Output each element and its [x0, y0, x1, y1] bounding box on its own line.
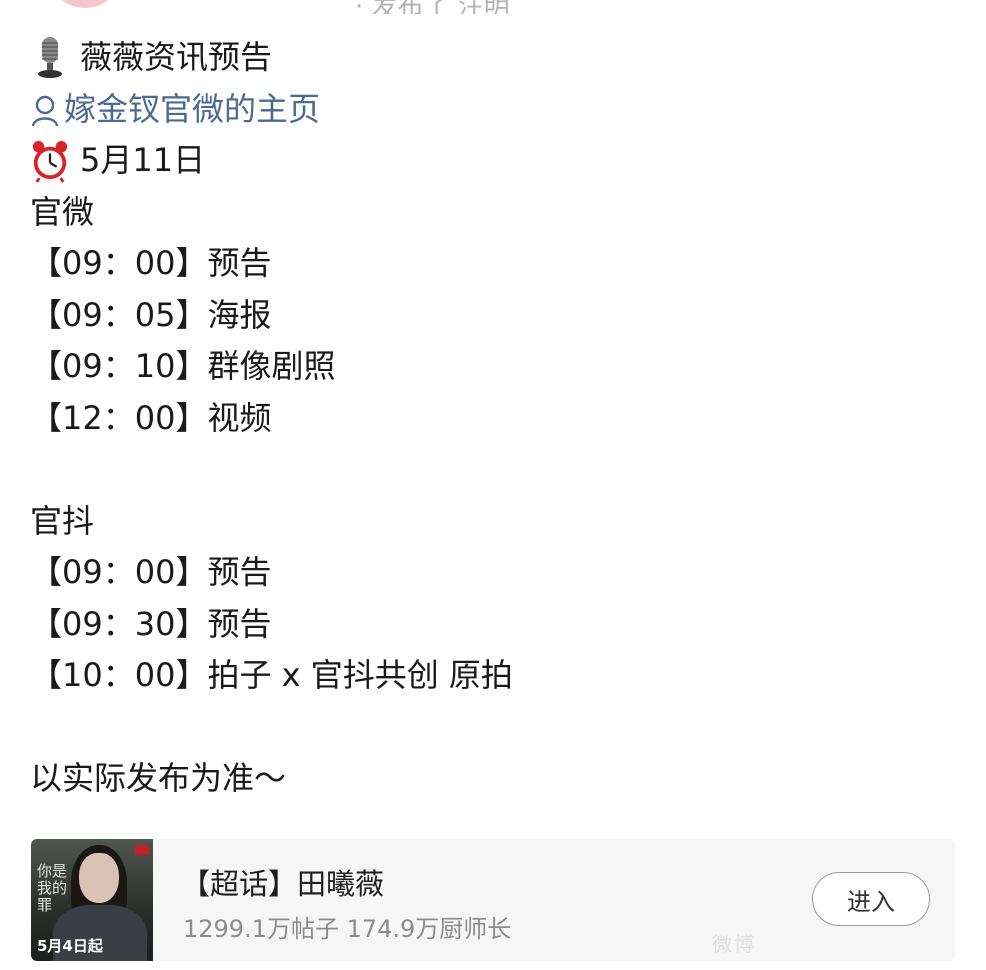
section-title: 官微 [30, 192, 95, 231]
post-header: 薇薇资讯预告 [30, 32, 960, 84]
schedule-event: 拍子 x 官抖共创 原拍 [207, 656, 513, 694]
schedule-time: 【09：00】 [30, 244, 208, 282]
schedule-event: 海报 [207, 295, 272, 334]
profile-link-label[interactable]: 嫁金钗官微的主页 [64, 84, 320, 136]
schedule-time: 【09：00】 [30, 553, 208, 591]
post-title: 薇薇资讯预告 [80, 38, 273, 76]
schedule-item: 【10：00】 拍子 x 官抖共创 原拍 [30, 650, 960, 702]
user-icon [30, 92, 60, 127]
poster-tag-icon [135, 845, 149, 855]
schedule-time: 【10：00】 [30, 656, 208, 694]
poster-title-art: 你是我的罪 [37, 862, 68, 914]
poster-date-badge: 5月4日起 [37, 937, 103, 955]
schedule-event: 预告 [207, 553, 272, 591]
schedule-event: 预告 [207, 244, 272, 282]
schedule-event: 群像剧照 [207, 347, 336, 385]
supertopic-thumbnail: 你是我的罪 5月4日起 [31, 839, 153, 961]
schedule-item: 【12：00】 视频 [30, 393, 960, 445]
supertopic-card[interactable]: 你是我的罪 5月4日起 【超话】田曦薇 1299.1万帖子 174.9万厨师长 … [31, 839, 955, 961]
previous-post-remnant: · 发布了 注明 [0, 0, 986, 14]
watermark: 微博 [712, 932, 756, 956]
section-title: 官抖 [30, 501, 95, 540]
microphone-icon [30, 36, 70, 80]
schedule-item: 【09：30】 预告 [30, 599, 960, 651]
supertopic-stats: 1299.1万帖子 174.9万厨师长 [183, 915, 512, 943]
schedule-event: 视频 [207, 398, 272, 437]
enter-button[interactable]: 进入 [812, 872, 930, 926]
schedule-time: 【09：05】 [30, 295, 208, 334]
post-body: 薇薇资讯预告 嫁金钗官微的主页 5月11日 官微 【09：00】 预告 【09：… [30, 32, 960, 805]
supertopic-title[interactable]: 【超话】田曦薇 [181, 861, 384, 903]
alarm-clock-icon [30, 139, 70, 183]
post-meta: · 发布了 注明 [355, 0, 510, 14]
date-line: 5月11日 [30, 135, 960, 187]
schedule-item: 【09：00】 预告 [30, 238, 960, 290]
post-date: 5月11日 [80, 141, 206, 179]
profile-link[interactable]: 嫁金钗官微的主页 [30, 84, 960, 136]
avatar[interactable] [50, 0, 120, 8]
footer-note: 以实际发布为准～ [30, 759, 287, 797]
schedule-event: 预告 [207, 604, 272, 643]
schedule-item: 【09：05】 海报 [30, 290, 960, 342]
schedule-time: 【09：30】 [30, 604, 208, 643]
schedule-time: 【09：10】 [30, 347, 208, 385]
schedule-time: 【12：00】 [30, 398, 208, 437]
schedule-item: 【09：10】 群像剧照 [30, 341, 960, 393]
poster-face [79, 853, 119, 903]
schedule-item: 【09：00】 预告 [30, 547, 960, 599]
